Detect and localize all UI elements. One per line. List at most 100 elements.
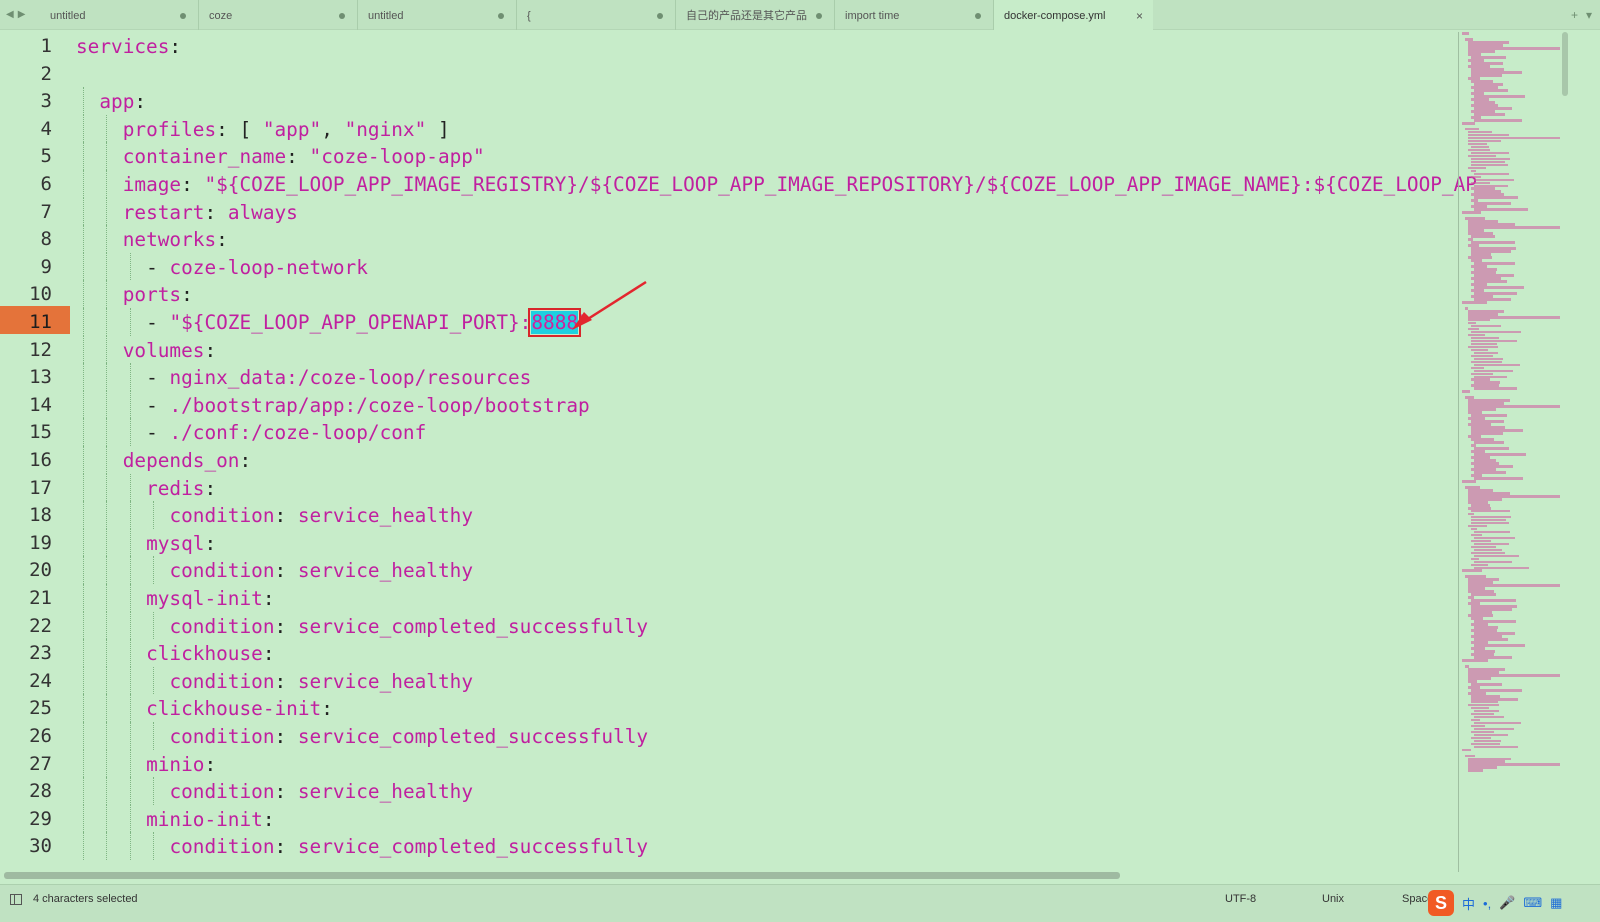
punctuation: :	[274, 780, 298, 804]
yaml-key: clickhouse	[146, 642, 263, 666]
sogou-logo-icon[interactable]: S	[1428, 890, 1454, 916]
indent-guide	[82, 777, 84, 805]
panel-toggle-icon[interactable]	[10, 894, 22, 905]
yaml-key: condition	[169, 669, 275, 693]
indent-guide	[129, 252, 131, 281]
yaml-key: networks	[122, 228, 217, 252]
encoding-status[interactable]: UTF-8	[1225, 891, 1256, 907]
horizontal-scrollbar[interactable]	[4, 872, 1120, 879]
tab-tools: + ▾	[1571, 7, 1592, 23]
tab-nav: ◀ ▶	[6, 7, 36, 23]
code-line[interactable]: condition: service_healthy	[169, 499, 473, 527]
indent-guide	[106, 114, 108, 143]
code-line[interactable]: clickhouse-init:	[146, 692, 333, 720]
code-line[interactable]: services:	[76, 30, 181, 58]
tab-close-icon[interactable]: ×	[1136, 0, 1143, 30]
punctuation: :	[274, 504, 298, 528]
code-line[interactable]: condition: service_completed_successfull…	[169, 830, 648, 858]
code-editor[interactable]: 1 2 3 4 5 6 7 8 9 10 11 12 13 14 15 16 17 18 19 20 21 22 23 24 2…	[0, 30, 1490, 885]
indent-guide	[82, 87, 84, 115]
code-line[interactable]: - nginx_data:/coze-loop/resources	[146, 361, 531, 389]
tab-2[interactable]: coze	[199, 0, 358, 30]
code-line[interactable]: condition: service_healthy	[169, 554, 473, 582]
minimap-row	[1471, 235, 1496, 238]
unsaved-dot-icon[interactable]	[498, 13, 504, 19]
tab-5[interactable]: 自己的产品还是其它产品	[676, 0, 835, 30]
indent-guide	[106, 694, 108, 722]
code-line[interactable]: networks:	[123, 223, 228, 251]
unsaved-dot-icon[interactable]	[816, 13, 822, 19]
line-number: 27	[29, 752, 52, 775]
tab-forward-icon[interactable]: ▶	[18, 7, 26, 23]
tab-back-icon[interactable]: ◀	[6, 7, 14, 23]
indent-guide	[152, 666, 154, 695]
indent-guide	[129, 777, 131, 805]
code-line[interactable]: condition: service_healthy	[169, 775, 473, 803]
code-line[interactable]: mysql:	[146, 527, 216, 555]
yaml-key: profiles	[122, 117, 217, 141]
code-line[interactable]: minio:	[146, 748, 216, 776]
indent-guide	[106, 446, 108, 474]
code-line[interactable]: redis:	[146, 472, 216, 500]
code-line[interactable]: profiles: [ "app", "nginx" ]	[123, 113, 450, 141]
ime-punctuation-icon[interactable]: •,	[1483, 896, 1491, 911]
tab-3[interactable]: untitled	[358, 0, 517, 30]
indent-guide	[82, 804, 84, 833]
punctuation: -	[146, 311, 170, 334]
code-line[interactable]: ports:	[123, 278, 193, 306]
indent-guide	[82, 473, 84, 502]
minimap[interactable]	[1458, 32, 1560, 777]
indent-guide	[106, 363, 108, 391]
code-line[interactable]: - "${COZE_LOOP_APP_OPENAPI_PORT}:8888"	[146, 306, 590, 337]
tab-6[interactable]: import time	[835, 0, 994, 30]
tab-4[interactable]: {	[517, 0, 676, 30]
yaml-value: "coze-loop-app"	[309, 145, 485, 169]
code-line[interactable]: container_name: "coze-loop-app"	[123, 140, 485, 168]
tab-menu-icon[interactable]: ▾	[1586, 7, 1592, 23]
indent-guide	[82, 556, 84, 584]
unsaved-dot-icon[interactable]	[339, 13, 345, 19]
indent-guide	[106, 473, 108, 502]
vertical-scrollbar[interactable]	[1562, 32, 1568, 96]
code-line[interactable]: - ./bootstrap/app:/coze-loop/bootstrap	[146, 389, 590, 417]
unsaved-dot-icon[interactable]	[180, 13, 186, 19]
code-line[interactable]: - ./conf:/coze-loop/conf	[146, 416, 426, 444]
minimap-row	[1474, 745, 1518, 749]
code-line[interactable]: restart: always	[123, 196, 298, 224]
code-line[interactable]: volumes:	[123, 334, 216, 362]
code-line[interactable]: app:	[99, 85, 146, 113]
code-area[interactable]: services: app: profiles: [ "app", "nginx" …	[76, 30, 1490, 885]
code-line[interactable]: mysql-init:	[146, 582, 274, 610]
tab-7[interactable]: docker-compose.yml ×	[994, 0, 1153, 30]
code-line[interactable]: minio-init:	[146, 803, 274, 831]
ime-keyboard-icon[interactable]: ⌨	[1523, 895, 1542, 911]
punctuation: :	[274, 559, 298, 583]
tab-label: import time	[845, 10, 900, 22]
indent-guide	[82, 666, 84, 695]
line-ending-status[interactable]: Unix	[1322, 891, 1344, 907]
code-line[interactable]: - coze-loop-network	[146, 251, 368, 279]
ime-grid-icon[interactable]: ▦	[1550, 895, 1562, 911]
punctuation: :	[204, 338, 217, 362]
code-line[interactable]: condition: service_completed_successfull…	[169, 720, 648, 748]
code-line[interactable]: condition: service_completed_successfull…	[169, 610, 648, 638]
yaml-key: condition	[169, 835, 275, 859]
ime-language[interactable]: 中	[1462, 894, 1475, 913]
line-number: 25	[29, 697, 52, 720]
line-number: 5	[40, 145, 52, 168]
tab-1[interactable]: untitled	[40, 0, 199, 30]
yaml-value: coze-loop-network	[169, 255, 368, 279]
code-line[interactable]: condition: service_healthy	[169, 665, 473, 693]
code-line[interactable]: depends_on:	[123, 444, 251, 472]
unsaved-dot-icon[interactable]	[975, 13, 981, 19]
unsaved-dot-icon[interactable]	[657, 13, 663, 19]
indent-guide	[82, 308, 84, 336]
ime-microphone-icon[interactable]: 🎤	[1499, 895, 1515, 911]
new-tab-icon[interactable]: +	[1571, 7, 1578, 23]
line-number: 24	[29, 669, 52, 692]
indent-guide	[82, 280, 84, 308]
code-line[interactable]: image: "${COZE_LOOP_APP_IMAGE_REGISTRY}/…	[123, 168, 1477, 196]
minimap-row	[1474, 441, 1504, 444]
code-line[interactable]: clickhouse:	[146, 637, 274, 665]
line-number: 30	[29, 835, 52, 858]
